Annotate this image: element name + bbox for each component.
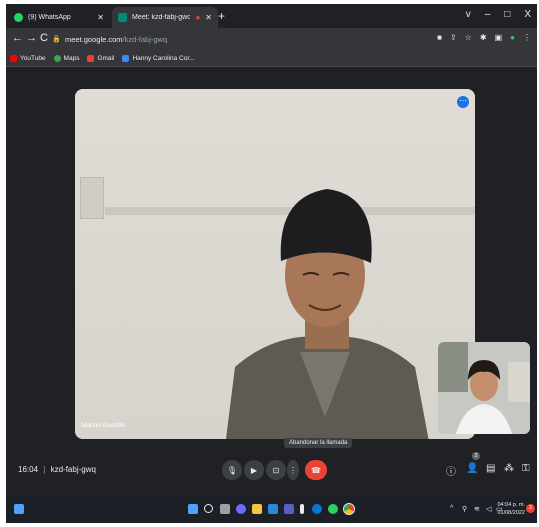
- camera-icon[interactable]: ■: [437, 33, 442, 42]
- clock-time: 04:04 p. m.: [497, 502, 525, 508]
- meet-stage: Marlon Gordillo ⋯ Abandonar la llamada: [6, 68, 537, 496]
- store-icon[interactable]: [284, 504, 294, 514]
- forward-icon[interactable]: →: [26, 32, 37, 44]
- windows-taskbar: ^ ⚲ ≋ ◁ ▭ 04:04 p. m. 01/08/2022 2: [6, 496, 537, 523]
- browser-toolbar: ← → C 🔒 meet.google.com/kzd-fabj-gwq ■ ⇪…: [6, 28, 537, 50]
- participant-video: [226, 189, 429, 439]
- meeting-code: kzd-fabj-gwq: [50, 465, 96, 474]
- video-icon: ▶: [250, 465, 258, 475]
- mail-icon[interactable]: [268, 504, 278, 514]
- pinned-app-icon[interactable]: [300, 504, 304, 514]
- bookmark-label: YouTube: [20, 54, 46, 62]
- back-icon[interactable]: ←: [12, 32, 23, 44]
- present-button[interactable]: ⊡: [266, 460, 286, 480]
- menu-icon[interactable]: ⋮: [523, 33, 531, 42]
- notification-badge[interactable]: 2: [526, 504, 535, 513]
- chrome-icon[interactable]: [343, 503, 355, 515]
- browser-window: (9) WhatsApp ✕ Meet: kzd-fabj-gwq ● ✕ + …: [6, 4, 537, 523]
- bookmark-youtube[interactable]: YouTube: [10, 54, 46, 62]
- info-icon[interactable]: ⓘ: [446, 463, 456, 478]
- window-controls: v – □ X: [466, 9, 531, 20]
- chat-app-icon[interactable]: [236, 504, 246, 514]
- tab-label: (9) WhatsApp: [28, 14, 71, 21]
- start-icon[interactable]: [188, 504, 198, 514]
- sidepanel-icon[interactable]: ▣: [495, 33, 503, 42]
- bookmarks-bar: YouTube Maps Gmail Hanny Carolina Cor...: [6, 50, 537, 67]
- close-window-button[interactable]: X: [524, 9, 531, 20]
- phone-hangup-icon: ☎: [311, 465, 321, 475]
- reload-icon[interactable]: C: [40, 32, 48, 44]
- participants-badge: 2: [472, 452, 480, 460]
- system-clock[interactable]: 04:04 p. m. 01/08/2022: [497, 501, 525, 517]
- meeting-separator: |: [43, 465, 46, 474]
- profile-icon[interactable]: ●: [510, 33, 515, 42]
- bookmark-label: Hanny Carolina Cor...: [132, 54, 195, 62]
- search-icon[interactable]: [204, 504, 213, 513]
- new-tab-button[interactable]: +: [218, 9, 225, 23]
- task-view-icon[interactable]: [220, 504, 230, 514]
- close-tab-icon[interactable]: ✕: [97, 13, 104, 22]
- people-icon[interactable]: 👤: [466, 463, 478, 474]
- url-path: /kzd-fabj-gwq: [122, 34, 168, 44]
- leave-call-tooltip: Abandonar la llamada: [284, 438, 353, 448]
- bookmark-gmail[interactable]: Gmail: [87, 54, 115, 62]
- clock-date: 01/08/2022: [497, 510, 525, 516]
- activities-icon[interactable]: ⁂: [504, 463, 514, 474]
- mic-icon: 🎙: [226, 465, 238, 475]
- close-tab-icon[interactable]: ✕: [205, 13, 212, 22]
- host-controls-icon[interactable]: ⚿: [522, 463, 530, 474]
- self-video-tile[interactable]: [438, 342, 530, 434]
- self-video: [438, 342, 530, 434]
- microphone-button[interactable]: 🎙: [222, 460, 242, 480]
- minimize-button[interactable]: –: [485, 9, 491, 20]
- tab-label: Meet: kzd-fabj-gwq: [132, 14, 191, 21]
- bookmark-label: Gmail: [97, 54, 115, 62]
- maximize-button[interactable]: □: [504, 9, 510, 20]
- url-host: meet.google.com: [65, 34, 123, 44]
- whatsapp-icon: [14, 13, 23, 22]
- bookmark-docs[interactable]: Hanny Carolina Cor...: [122, 54, 195, 62]
- recording-icon: ●: [195, 13, 201, 22]
- participant-name: Marlon Gordillo: [81, 422, 126, 429]
- bookmark-label: Maps: [63, 54, 80, 62]
- share-icon[interactable]: ⇪: [450, 33, 457, 42]
- more-vertical-icon: ⋮: [289, 465, 297, 475]
- toolbar-icons: ■ ⇪ ☆ ✱ ▣ ● ⋮: [437, 33, 531, 42]
- tab-meet[interactable]: Meet: kzd-fabj-gwq ● ✕: [112, 7, 218, 28]
- file-explorer-icon[interactable]: [252, 504, 262, 514]
- youtube-icon: [10, 54, 17, 62]
- bookmark-maps[interactable]: Maps: [53, 54, 80, 62]
- tab-whatsapp[interactable]: (9) WhatsApp ✕: [8, 7, 110, 28]
- edge-icon[interactable]: [312, 504, 322, 514]
- meet-controls: 16:04 | kzd-fabj-gwq 🎙 ▶ ⊡ ⋮ ☎ ⓘ 👤 2 ▤ ⁂…: [6, 452, 537, 486]
- usb-icon[interactable]: ⚲: [462, 505, 467, 513]
- more-options-icon[interactable]: ⋯: [457, 96, 469, 108]
- docs-icon: [122, 54, 130, 62]
- present-icon: ⊡: [272, 465, 280, 475]
- star-icon[interactable]: ☆: [465, 33, 472, 42]
- address-bar[interactable]: 🔒 meet.google.com/kzd-fabj-gwq: [52, 31, 442, 47]
- show-desktop-icon[interactable]: [14, 504, 24, 514]
- tab-strip: (9) WhatsApp ✕ Meet: kzd-fabj-gwq ● ✕ + …: [6, 4, 537, 28]
- volume-icon[interactable]: ◁: [486, 505, 491, 513]
- tab-search-icon[interactable]: v: [466, 9, 471, 20]
- meet-icon: [118, 13, 127, 22]
- meeting-time: 16:04: [18, 465, 39, 474]
- leave-call-button[interactable]: ☎: [305, 460, 327, 480]
- extensions-icon[interactable]: ✱: [480, 33, 487, 42]
- main-video-tile[interactable]: Marlon Gordillo ⋯: [75, 89, 475, 439]
- camera-button[interactable]: ▶: [244, 460, 264, 480]
- maps-icon: [53, 54, 61, 62]
- whatsapp-taskbar-icon[interactable]: [328, 504, 338, 514]
- video-wall-box: [80, 177, 104, 219]
- wifi-icon[interactable]: ≋: [474, 505, 480, 513]
- more-button[interactable]: ⋮: [287, 460, 299, 480]
- lock-icon: 🔒: [52, 36, 61, 43]
- chat-icon[interactable]: ▤: [486, 463, 495, 474]
- meeting-info: 16:04 | kzd-fabj-gwq: [18, 465, 96, 474]
- chevron-up-icon[interactable]: ^: [450, 505, 453, 512]
- gmail-icon: [87, 54, 95, 62]
